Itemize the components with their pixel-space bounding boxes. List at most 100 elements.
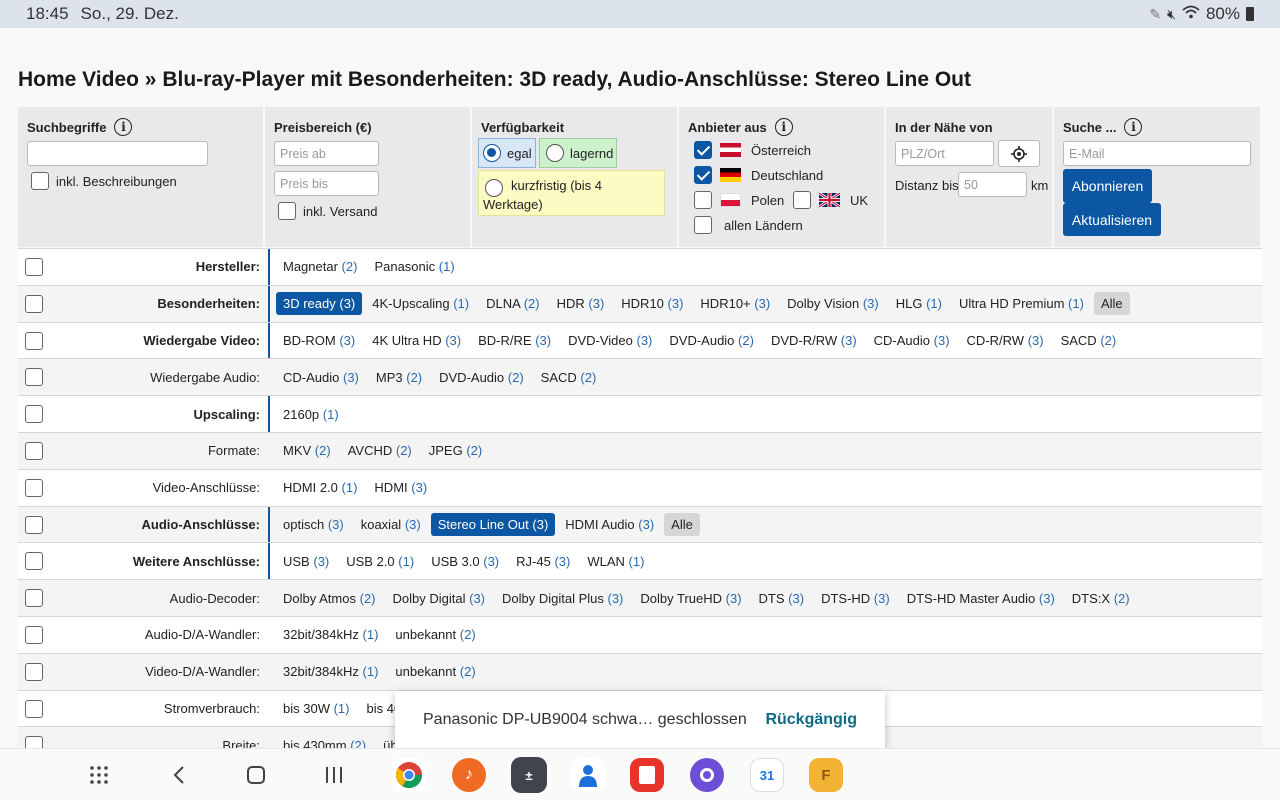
filter-value-chip[interactable]: unbekannt (2): [388, 660, 482, 683]
filter-value-chip[interactable]: DVD-R/RW (3): [764, 329, 864, 352]
music-icon[interactable]: ♪: [452, 758, 486, 792]
availability-option-lagernd[interactable]: lagernd: [539, 138, 617, 168]
filter-value-chip[interactable]: HDR10 (3): [614, 292, 690, 315]
germany-checkbox[interactable]: [694, 166, 712, 184]
files-icon[interactable]: F: [809, 758, 843, 792]
update-button[interactable]: Aktualisieren: [1063, 203, 1161, 236]
filter-value-chip[interactable]: CD-Audio (3): [867, 329, 957, 352]
filter-value-chip[interactable]: HDR (3): [550, 292, 612, 315]
filter-value-chip[interactable]: DLNA (2): [479, 292, 546, 315]
filter-value-chip[interactable]: DTS-HD (3): [814, 587, 897, 610]
filter-value-chip[interactable]: DTS-HD Master Audio (3): [900, 587, 1062, 610]
filter-value-chip[interactable]: Dolby Vision (3): [780, 292, 886, 315]
show-all-chip[interactable]: Alle: [664, 512, 700, 536]
filter-value-chip[interactable]: HDMI (3): [367, 476, 434, 499]
filter-value-chip[interactable]: DTS (3): [752, 587, 812, 610]
filter-value-chip[interactable]: SACD (2): [534, 366, 604, 389]
home-icon[interactable]: [241, 749, 271, 800]
apps-grid-icon[interactable]: [84, 749, 114, 800]
search-input[interactable]: [27, 141, 208, 166]
filter-value-chip[interactable]: 2160p (1): [276, 403, 346, 426]
filter-value-chip[interactable]: 4K-Upscaling (1): [365, 292, 476, 315]
chrome-icon[interactable]: [392, 758, 426, 792]
filter-value-chip[interactable]: AVCHD (2): [341, 439, 419, 462]
include-shipping-checkbox[interactable]: [278, 202, 296, 220]
filter-value-chip[interactable]: 3D ready (3): [276, 292, 363, 316]
all-countries-checkbox[interactable]: [694, 216, 712, 234]
radio-egal[interactable]: [483, 144, 501, 162]
availability-option-kurzfristig[interactable]: kurzfristig (bis 4 Werktage): [478, 170, 665, 216]
filter-value-chip[interactable]: Ultra HD Premium (1): [952, 292, 1091, 315]
row-checkbox[interactable]: [25, 258, 43, 276]
filter-value-chip[interactable]: Dolby TrueHD (3): [633, 587, 748, 610]
austria-checkbox[interactable]: [694, 141, 712, 159]
undo-button[interactable]: Rückgängig: [765, 711, 857, 729]
filter-value-chip[interactable]: DVD-Audio (2): [662, 329, 761, 352]
postcode-input[interactable]: PLZ/Ort: [895, 141, 994, 166]
filter-value-chip[interactable]: koaxial (3): [354, 513, 428, 536]
row-checkbox[interactable]: [25, 405, 43, 424]
info-icon[interactable]: i: [114, 118, 133, 136]
row-checkbox[interactable]: [25, 552, 43, 571]
filter-value-chip[interactable]: 32bit/384kHz (1): [276, 623, 385, 646]
filter-value-chip[interactable]: CD-Audio (3): [276, 366, 366, 389]
locate-button[interactable]: [998, 140, 1040, 167]
row-checkbox[interactable]: [25, 625, 43, 644]
filter-value-chip[interactable]: Dolby Digital (3): [386, 587, 493, 610]
availability-option-egal[interactable]: egal: [478, 138, 536, 168]
row-checkbox[interactable]: [25, 368, 43, 387]
filter-value-chip[interactable]: Stereo Line Out (3): [430, 512, 556, 536]
filter-value-chip[interactable]: unbekannt (2): [388, 623, 482, 646]
filter-value-chip[interactable]: RJ-45 (3): [509, 550, 577, 573]
filter-value-chip[interactable]: BD-ROM (3): [276, 329, 362, 352]
filter-value-chip[interactable]: bis 430mm (2): [276, 734, 373, 748]
filter-value-chip[interactable]: HDMI 2.0 (1): [276, 476, 364, 499]
price-from-input[interactable]: Preis ab: [274, 141, 379, 166]
filter-value-chip[interactable]: Dolby Digital Plus (3): [495, 587, 630, 610]
subscribe-button[interactable]: Abonnieren: [1063, 169, 1152, 203]
calendar-icon[interactable]: 31: [750, 758, 784, 792]
info-icon[interactable]: i: [1124, 118, 1143, 136]
poland-checkbox[interactable]: [694, 191, 712, 209]
filter-value-chip[interactable]: HLG (1): [889, 292, 949, 315]
filter-value-chip[interactable]: Magnetar (2): [276, 255, 364, 278]
back-icon[interactable]: [164, 749, 194, 800]
info-icon[interactable]: i: [774, 118, 793, 136]
row-checkbox[interactable]: [25, 736, 43, 748]
filter-value-chip[interactable]: bis 30W (1): [276, 697, 356, 720]
filter-value-chip[interactable]: JPEG (2): [422, 439, 489, 462]
row-checkbox[interactable]: [25, 294, 43, 313]
contacts-icon[interactable]: [571, 758, 605, 792]
filter-value-chip[interactable]: SACD (2): [1054, 329, 1124, 352]
filter-value-chip[interactable]: 4K Ultra HD (3): [365, 329, 468, 352]
row-checkbox[interactable]: [25, 478, 43, 497]
row-checkbox[interactable]: [25, 589, 43, 608]
radio-kurzfristig[interactable]: [485, 179, 503, 197]
recents-icon[interactable]: [319, 749, 349, 800]
show-all-chip[interactable]: Alle: [1093, 292, 1130, 316]
notes-icon[interactable]: [630, 758, 664, 792]
filter-value-chip[interactable]: MP3 (2): [369, 366, 429, 389]
messenger-icon[interactable]: [690, 758, 724, 792]
filter-value-chip[interactable]: USB 3.0 (3): [424, 550, 506, 573]
price-to-input[interactable]: Preis bis: [274, 171, 379, 196]
row-checkbox[interactable]: [25, 699, 43, 718]
filter-value-chip[interactable]: WLAN (1): [580, 550, 651, 573]
row-checkbox[interactable]: [25, 441, 43, 460]
filter-value-chip[interactable]: CD-R/RW (3): [960, 329, 1051, 352]
filter-value-chip[interactable]: DTS:X (2): [1065, 587, 1137, 610]
calculator-icon[interactable]: ±: [511, 757, 547, 793]
uk-checkbox[interactable]: [793, 191, 811, 209]
filter-value-chip[interactable]: MKV (2): [276, 439, 338, 462]
filter-value-chip[interactable]: HDMI Audio (3): [558, 513, 661, 536]
row-checkbox[interactable]: [25, 331, 43, 350]
row-checkbox[interactable]: [25, 662, 43, 681]
distance-input[interactable]: 50: [958, 172, 1027, 197]
radio-lagernd[interactable]: [546, 144, 564, 162]
filter-value-chip[interactable]: BD-R/RE (3): [471, 329, 558, 352]
filter-value-chip[interactable]: USB (3): [276, 550, 336, 573]
filter-value-chip[interactable]: DVD-Audio (2): [432, 366, 531, 389]
filter-value-chip[interactable]: 32bit/384kHz (1): [276, 660, 385, 683]
include-descriptions-checkbox[interactable]: [31, 172, 49, 190]
filter-value-chip[interactable]: DVD-Video (3): [561, 329, 659, 352]
